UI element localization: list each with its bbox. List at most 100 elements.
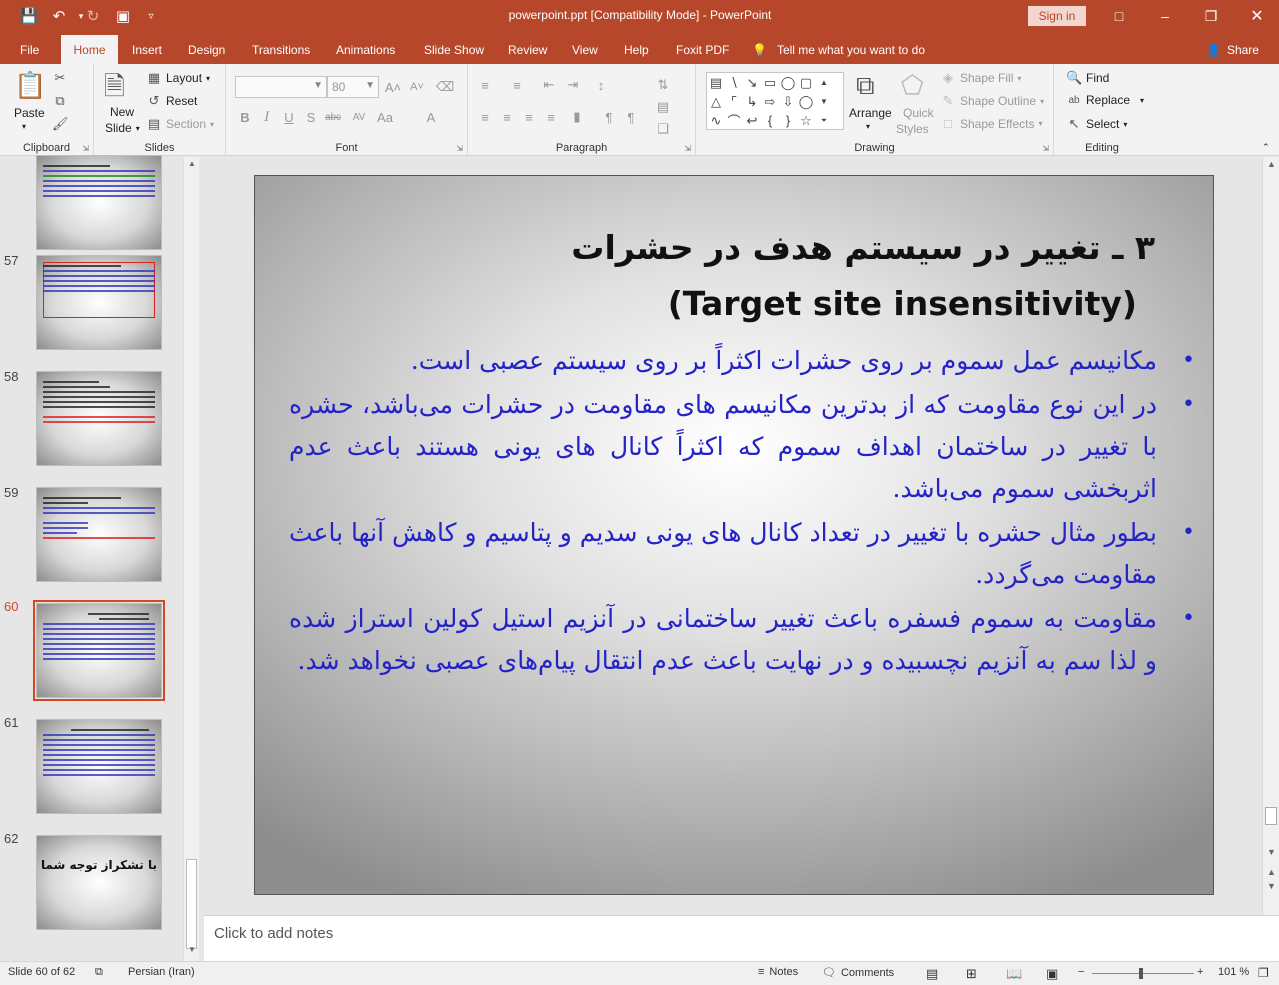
slide-canvas[interactable]: ۳ ـ تغییر در سیستم هدف در حشرات (Target … [254, 175, 1214, 895]
reading-view-icon[interactable]: 📖 [1006, 966, 1022, 982]
quick-styles-label-1[interactable]: Quick [903, 106, 934, 120]
down-arrow-shape-icon[interactable]: ⇩ [779, 92, 797, 111]
connector-shape-icon[interactable]: ↩ [743, 111, 761, 130]
quick-styles-icon[interactable]: ⬠ [901, 70, 924, 101]
smartart-icon[interactable]: ❏ [654, 120, 672, 138]
slide-body[interactable]: • مکانیسم عمل سموم بر روی حشرات اکثراً ب… [289, 340, 1195, 682]
tab-foxit-pdf[interactable]: Foxit PDF [668, 35, 737, 64]
notes-button[interactable]: ≡ Notes [758, 966, 798, 978]
right-brace-shape-icon[interactable]: } [779, 111, 797, 130]
slide-thumbnail-58[interactable] [36, 371, 162, 466]
tab-home[interactable]: Home [61, 35, 118, 64]
character-spacing-icon[interactable]: AV [350, 108, 368, 126]
tell-me-search[interactable]: 💡 Tell me what you want to do [752, 35, 925, 64]
start-from-beginning-icon[interactable]: ▣ [112, 6, 134, 26]
gallery-more-icon[interactable]: ⏷ [815, 111, 833, 130]
language-indicator[interactable]: Persian (Iran) [128, 966, 195, 978]
scroll-up-icon[interactable]: ▲ [184, 159, 200, 173]
slide-title[interactable]: ۳ ـ تغییر در سیستم هدف در حشرات (Target … [355, 220, 1155, 332]
paste-icon[interactable]: 📋 [14, 70, 46, 101]
left-brace-shape-icon[interactable]: { [761, 111, 779, 130]
font-color-icon[interactable]: A [422, 108, 440, 126]
paste-button[interactable]: Paste [14, 106, 45, 120]
textbox-shape-icon[interactable]: ▤ [707, 73, 725, 92]
normal-view-icon[interactable]: ▤ [926, 966, 938, 982]
find-button[interactable]: 🔍 Find [1066, 70, 1109, 86]
share-button[interactable]: 👤 Share [1206, 35, 1259, 64]
slideshow-view-icon[interactable]: ▣ [1046, 966, 1058, 982]
slide-thumbnail[interactable] [36, 155, 162, 250]
sign-in-button[interactable]: Sign in [1028, 6, 1086, 26]
undo-icon[interactable]: ↶ [48, 6, 70, 26]
zoom-slider[interactable] [1092, 973, 1194, 974]
strikethrough-icon[interactable]: abc [324, 108, 342, 126]
oval-shape-icon[interactable]: ◯ [779, 73, 797, 92]
redo-icon[interactable]: ↻ [82, 6, 104, 26]
shapes-gallery[interactable]: ▤ ∖ ↘ ▭ ◯ ▢ ▲ △ ⌜ ↳ ⇨ ⇩ ◯ ▼ ∿ ⌒ ↩ { } ☆ … [706, 72, 844, 130]
align-right-icon[interactable]: ≡ [520, 108, 538, 126]
replace-button[interactable]: ab Replace ▾ [1066, 93, 1144, 107]
notes-pane[interactable]: Click to add notes [204, 915, 1279, 961]
paste-dropdown-icon[interactable]: ▾ [22, 122, 26, 131]
format-painter-icon[interactable]: 🖌 [52, 116, 69, 132]
editor-scrollbar[interactable]: ▲ ▼ ▲ ▼ [1262, 157, 1279, 915]
drawing-launcher-icon[interactable]: ⇲ [1042, 144, 1049, 153]
align-text-icon[interactable]: ▤ [654, 98, 672, 116]
scroll-up-icon[interactable]: ▲ [1263, 159, 1279, 173]
paragraph-launcher-icon[interactable]: ⇲ [684, 144, 691, 153]
select-button[interactable]: ↖ Select ▾ [1066, 116, 1128, 132]
fit-to-window-icon[interactable]: ❐ [1258, 966, 1269, 980]
tab-view[interactable]: View [564, 35, 606, 64]
tab-insert[interactable]: Insert [124, 35, 170, 64]
change-case-icon[interactable]: Aa [376, 108, 394, 126]
cut-icon[interactable]: ✂ [52, 70, 68, 86]
gallery-up-icon[interactable]: ▲ [815, 73, 833, 92]
tab-help[interactable]: Help [616, 35, 657, 64]
zoom-level[interactable]: 101 % [1218, 966, 1249, 978]
ltr-icon[interactable]: ¶ [622, 108, 640, 126]
arc-shape-icon[interactable]: ⌒ [725, 111, 743, 130]
font-name-combo[interactable]: ▼ [235, 76, 327, 98]
bullets-icon[interactable]: ≡ [476, 76, 494, 94]
elbow-shape-icon[interactable]: ⌜ [725, 92, 743, 111]
rectangle-shape-icon[interactable]: ▭ [761, 73, 779, 92]
comments-button[interactable]: 🗨 Comments [822, 966, 894, 980]
slide-thumbnail-62[interactable]: با تشکراز توجه شما [36, 835, 162, 930]
tab-file[interactable]: File [12, 35, 47, 64]
bold-icon[interactable]: B [236, 108, 254, 126]
elbow-arrow-shape-icon[interactable]: ↳ [743, 92, 761, 111]
slide-sorter-icon[interactable]: ⊞ [966, 966, 977, 982]
copy-icon[interactable]: ⧉ [52, 93, 68, 109]
restore-button[interactable]: ❐ [1196, 6, 1226, 26]
customize-toolbar-icon[interactable]: ▿ [140, 6, 162, 26]
align-center-icon[interactable]: ≡ [498, 108, 516, 126]
slide-thumbnail-61[interactable] [36, 719, 162, 814]
freeform-shape-icon[interactable]: ◯ [797, 92, 815, 111]
tab-transitions[interactable]: Transitions [244, 35, 318, 64]
italic-icon[interactable]: I [258, 108, 276, 126]
quick-styles-label-2[interactable]: Styles [896, 122, 929, 136]
slide-thumbnail-57[interactable] [36, 255, 162, 350]
arrow-shape-icon[interactable]: ↘ [743, 73, 761, 92]
right-arrow-shape-icon[interactable]: ⇨ [761, 92, 779, 111]
shape-outline-button[interactable]: ✎ Shape Outline ▾ [940, 93, 1045, 109]
collapse-ribbon-icon[interactable]: ⌃ [1262, 142, 1270, 153]
columns-icon[interactable]: ▮ [568, 108, 586, 126]
rounded-rect-shape-icon[interactable]: ▢ [797, 73, 815, 92]
font-size-combo[interactable]: 80 ▼ [327, 76, 379, 98]
slide-thumbnail-60[interactable] [33, 600, 165, 701]
tab-slide-show[interactable]: Slide Show [416, 35, 492, 64]
justify-icon[interactable]: ≡ [542, 108, 560, 126]
new-slide-label-1[interactable]: New [110, 105, 134, 119]
shape-fill-button[interactable]: ◈ Shape Fill ▾ [940, 70, 1021, 86]
save-icon[interactable]: 💾 [18, 6, 40, 26]
decrease-font-icon[interactable]: A˅ [408, 78, 426, 96]
tab-animations[interactable]: Animations [328, 35, 403, 64]
thumbnail-scrollbar[interactable]: ▲ ▼ [183, 157, 199, 961]
font-launcher-icon[interactable]: ⇲ [456, 144, 463, 153]
increase-font-icon[interactable]: A˄ [384, 78, 402, 96]
ribbon-display-options-icon[interactable]: □ [1104, 6, 1134, 26]
arrange-button[interactable]: Arrange [849, 106, 892, 120]
new-slide-button[interactable]: Slide ▾ [105, 121, 140, 135]
increase-indent-icon[interactable]: ⇥ [564, 76, 582, 94]
